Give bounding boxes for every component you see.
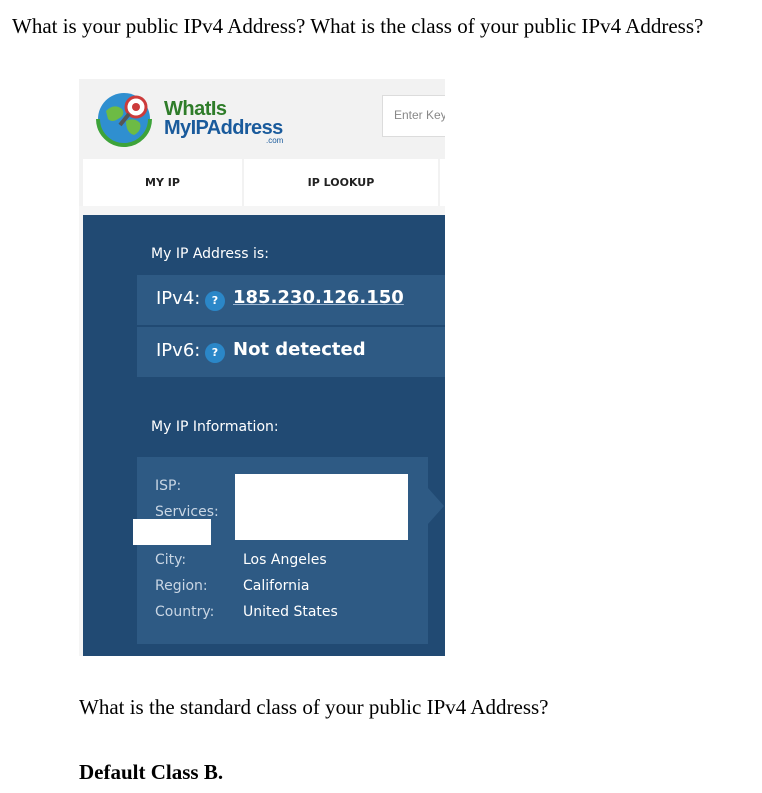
redaction-box-services [133, 519, 211, 545]
ipv4-value[interactable]: 185.230.126.150 [233, 287, 404, 308]
redaction-box-isp [235, 474, 408, 540]
my-ip-heading: My IP Address is: [151, 246, 269, 262]
ip-panel-content: My IP Address is: IPv4: ? 185.230.126.15… [79, 79, 445, 656]
ipv4-row: IPv4: ? 185.230.126.150 [137, 275, 445, 325]
question-2: What is the standard class of your publi… [79, 695, 549, 719]
answer: Default Class B. [79, 760, 224, 784]
ipv4-label: IPv4: [156, 288, 201, 309]
region-value: California [243, 578, 310, 594]
country-label: Country: [155, 604, 215, 620]
isp-label: ISP: [155, 478, 182, 494]
ipv6-value: Not detected [233, 339, 366, 360]
question-1: What is your public IPv4 Address? What i… [12, 14, 704, 38]
city-value: Los Angeles [243, 552, 327, 568]
city-label: City: [155, 552, 187, 568]
help-icon[interactable]: ? [205, 291, 225, 311]
info-box-arrow [428, 488, 444, 524]
services-label: Services: [155, 504, 219, 520]
ip-info-heading: My IP Information: [151, 419, 279, 435]
ipv6-row: IPv6: ? Not detected [137, 327, 445, 377]
ipv6-label: IPv6: [156, 340, 201, 361]
country-value: United States [243, 604, 338, 620]
help-icon[interactable]: ? [205, 343, 225, 363]
region-label: Region: [155, 578, 208, 594]
